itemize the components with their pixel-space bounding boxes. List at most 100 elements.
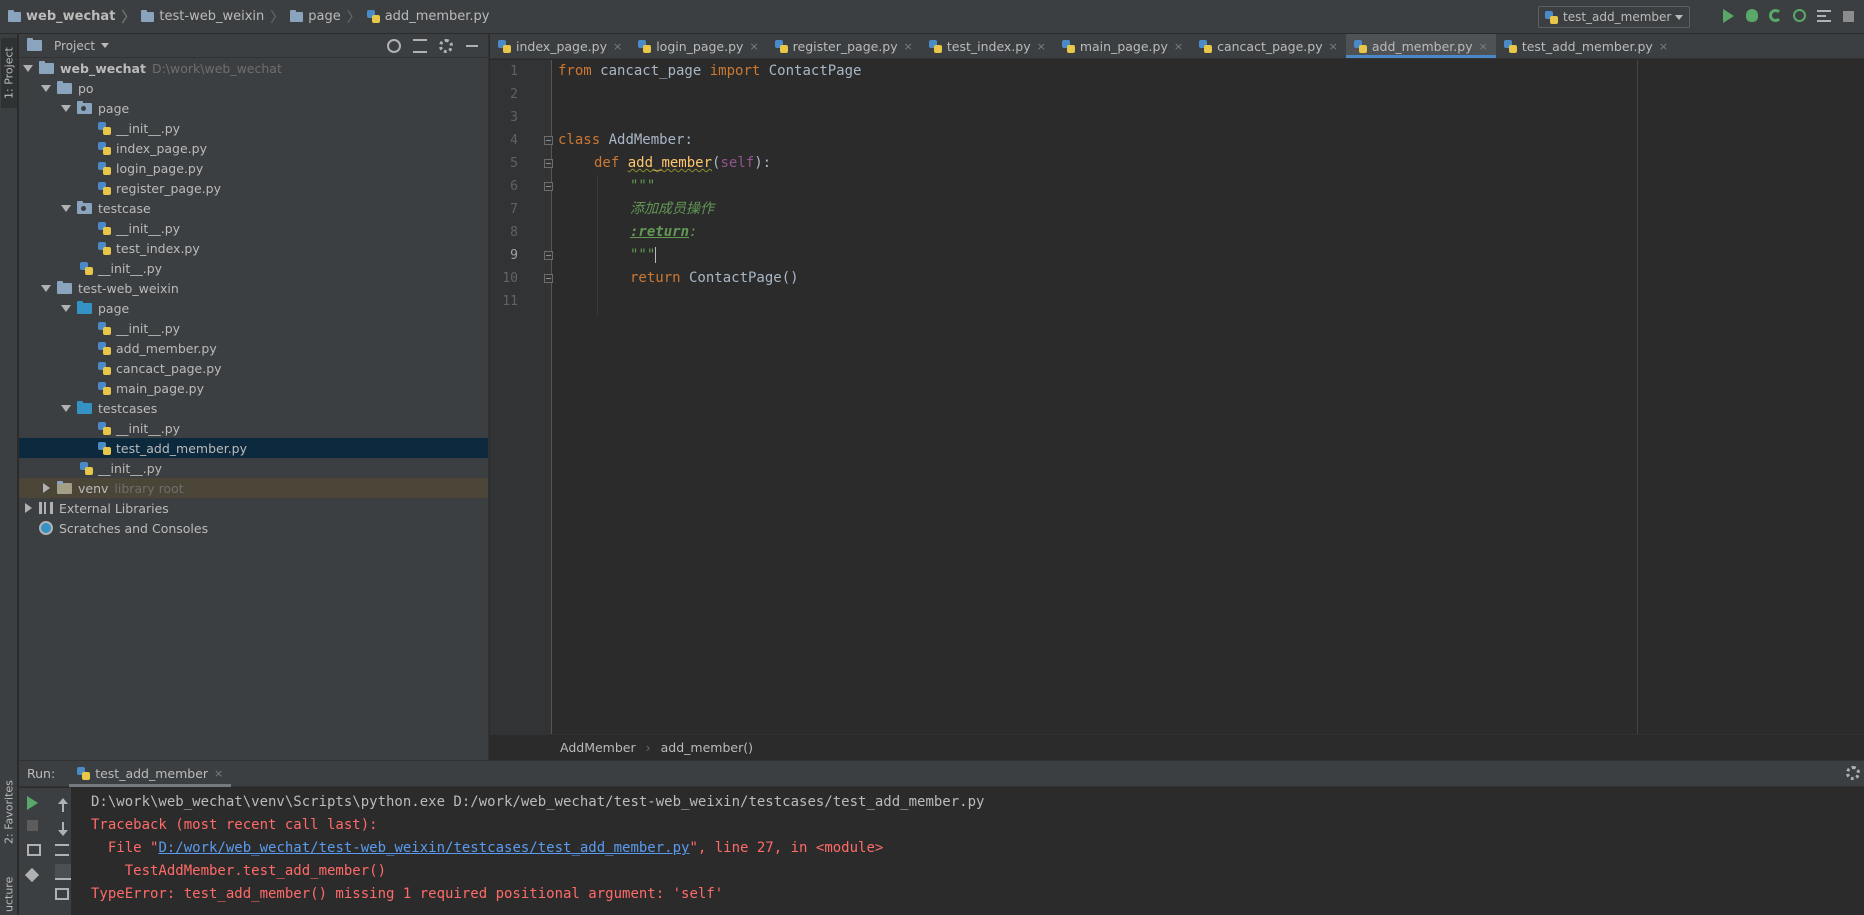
profile-button[interactable] [1792, 8, 1808, 24]
expand-arrow-icon[interactable] [23, 63, 33, 73]
navigation-bar: web_wechat 〉 test-web_weixin 〉 page 〉 ad… [0, 0, 1864, 34]
fold-marker-icon[interactable] [544, 182, 553, 191]
expand-arrow-icon[interactable] [41, 83, 51, 93]
tree-row[interactable]: test-web_weixin [19, 278, 488, 298]
tree-row[interactable]: page [19, 98, 488, 118]
close-icon[interactable]: × [1479, 40, 1488, 53]
tab-register-page[interactable]: register_page.py × [767, 34, 921, 58]
fold-marker-icon[interactable] [544, 159, 553, 168]
tree-row[interactable]: login_page.py [19, 158, 488, 178]
panel-title[interactable]: Project [54, 39, 95, 53]
expand-arrow-icon[interactable] [61, 203, 71, 213]
fold-marker-icon[interactable] [544, 136, 553, 145]
settings-button[interactable] [438, 38, 454, 54]
tab-index-page[interactable]: index_page.py × [490, 34, 630, 58]
tree-row[interactable]: main_page.py [19, 378, 488, 398]
tab-main-page[interactable]: main_page.py × [1054, 34, 1191, 58]
tree-row[interactable]: __init__.py [19, 218, 488, 238]
crumb-file[interactable]: add_member.py [366, 9, 490, 24]
close-icon[interactable]: × [1659, 40, 1668, 53]
panel-actions [386, 38, 480, 54]
locate-button[interactable] [386, 38, 402, 54]
tree-row[interactable]: External Libraries [19, 498, 488, 518]
build-button[interactable] [1816, 8, 1832, 24]
crumb-folder[interactable]: test-web_weixin 〉 [141, 7, 284, 27]
fold-marker-icon[interactable] [544, 274, 553, 283]
rerun-button[interactable] [27, 796, 43, 812]
tree-label: index_page.py [116, 140, 207, 156]
breadcrumb-method[interactable]: add_member() [661, 740, 753, 755]
tree-row[interactable]: po [19, 78, 488, 98]
tab-login-page[interactable]: login_page.py × [630, 34, 766, 58]
expand-arrow-icon[interactable] [61, 403, 71, 413]
close-icon[interactable]: × [1037, 40, 1046, 53]
stop-button[interactable] [27, 820, 43, 836]
tree-row[interactable]: test_index.py [19, 238, 488, 258]
tree-row[interactable]: testcase [19, 198, 488, 218]
tree-row[interactable]: __init__.py [19, 258, 488, 278]
expand-arrow-icon[interactable] [41, 483, 51, 493]
layout-button[interactable] [27, 844, 43, 860]
close-icon[interactable]: × [1329, 40, 1338, 53]
tab-test-index[interactable]: test_index.py × [921, 34, 1054, 58]
tree-row-selected[interactable]: test_add_member.py [19, 438, 488, 458]
tree-row[interactable]: register_page.py [19, 178, 488, 198]
run-tab[interactable]: test_add_member × [69, 761, 232, 787]
tree-row[interactable]: __init__.py [19, 318, 488, 338]
tree-row[interactable]: index_page.py [19, 138, 488, 158]
scroll-down-button[interactable] [55, 822, 71, 838]
tab-cancact-page[interactable]: cancact_page.py × [1191, 34, 1346, 58]
expand-arrow-icon[interactable] [23, 503, 33, 513]
tree-row[interactable]: add_member.py [19, 338, 488, 358]
close-icon[interactable]: × [214, 767, 223, 780]
tree-row[interactable]: cancact_page.py [19, 358, 488, 378]
coverage-button[interactable] [1768, 8, 1784, 24]
editor-gutter[interactable]: 1 2 3 4 5 6 7 8 9 10 11 [490, 60, 553, 734]
close-icon[interactable]: × [904, 40, 913, 53]
tab-label: test_add_member.py [1521, 38, 1653, 54]
run-button[interactable] [1720, 8, 1736, 24]
tab-structure-tool[interactable]: ucture [1, 874, 17, 914]
expand-arrow-icon[interactable] [61, 303, 71, 313]
code-editor[interactable]: 1 2 3 4 5 6 7 8 9 10 11 from cancact_pag… [490, 60, 1864, 734]
tree-row[interactable]: web_wechat D:\work\web_wechat [19, 58, 488, 78]
chevron-down-icon[interactable] [101, 43, 110, 48]
tree-row[interactable]: testcases [19, 398, 488, 418]
tree-row[interactable]: venv library root [19, 478, 488, 498]
tab-favorites-tool[interactable]: 2: Favorites [1, 774, 17, 850]
pin-button[interactable] [24, 867, 43, 886]
gear-icon[interactable] [1846, 766, 1860, 780]
breadcrumb-class[interactable]: AddMember [560, 740, 636, 755]
close-icon[interactable]: × [749, 40, 758, 53]
print-button[interactable] [55, 888, 71, 904]
expand-arrow-icon[interactable] [61, 103, 71, 113]
collapse-all-button[interactable] [412, 38, 428, 54]
hide-button[interactable] [464, 38, 480, 54]
stop-button[interactable] [1840, 8, 1856, 24]
scroll-up-button[interactable] [55, 798, 71, 816]
crumb-project[interactable]: web_wechat 〉 [8, 7, 135, 27]
tree-row[interactable]: __init__.py [19, 458, 488, 478]
tree-row[interactable]: page [19, 298, 488, 318]
run-configuration-select[interactable]: test_add_member [1538, 6, 1690, 28]
console-file-link[interactable]: D:/work/web_wechat/test-web_weixin/testc… [158, 840, 689, 856]
scroll-to-end-button[interactable] [55, 864, 71, 880]
close-icon[interactable]: × [1174, 40, 1183, 53]
tree-row[interactable]: __init__.py [19, 118, 488, 138]
tree-row[interactable]: Scratches and Consoles [19, 518, 488, 538]
tab-test-add-member[interactable]: test_add_member.py × [1496, 34, 1676, 58]
tree-row[interactable]: __init__.py [19, 418, 488, 438]
python-file-icon [498, 39, 511, 53]
console-error: TypeError: test_add_member() missing 1 r… [91, 886, 724, 902]
tree-label: login_page.py [116, 160, 204, 176]
tab-add-member[interactable]: add_member.py × [1345, 34, 1496, 58]
fold-marker-icon[interactable] [544, 251, 553, 260]
tab-project-tool[interactable]: 1: Project [1, 38, 17, 108]
console-output[interactable]: D:\work\web_wechat\venv\Scripts\python.e… [91, 791, 984, 906]
expand-arrow-icon[interactable] [41, 283, 51, 293]
close-icon[interactable]: × [613, 40, 622, 53]
crumb-folder[interactable]: page 〉 [290, 7, 361, 27]
python-file-icon [1353, 39, 1367, 53]
soft-wrap-button[interactable] [55, 844, 71, 860]
debug-button[interactable] [1744, 8, 1760, 24]
